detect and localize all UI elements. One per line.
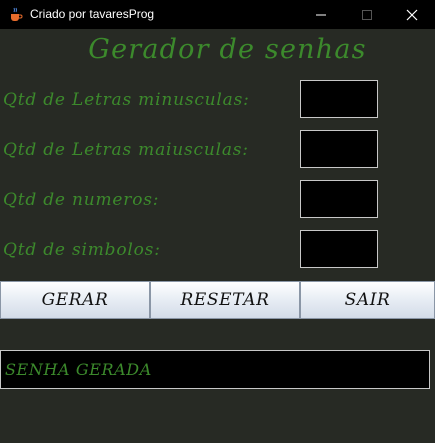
close-button[interactable] — [389, 0, 435, 29]
uppercase-count-input[interactable] — [300, 130, 378, 168]
symbols-label: Qtd de simbolos: — [3, 240, 161, 260]
page-title: Gerador de senhas — [88, 34, 367, 65]
java-cup-icon — [8, 7, 23, 22]
uppercase-label: Qtd de Letras maiusculas: — [3, 140, 249, 160]
title-bar: Criado por tavaresProg — [0, 0, 435, 29]
numbers-label: Qtd de numeros: — [3, 190, 160, 210]
maximize-icon — [362, 9, 372, 20]
reset-button[interactable]: RESETAR — [150, 281, 300, 319]
minimize-button[interactable] — [298, 0, 344, 29]
close-icon — [406, 9, 418, 20]
numbers-count-input[interactable] — [300, 180, 378, 218]
exit-button[interactable]: SAIR — [300, 281, 435, 319]
maximize-button[interactable] — [344, 0, 390, 29]
symbols-count-input[interactable] — [300, 230, 378, 268]
lowercase-label: Qtd de Letras minusculas: — [3, 90, 250, 110]
lowercase-count-input[interactable] — [300, 80, 378, 118]
generated-password-text: SENHA GERADA — [5, 360, 152, 379]
generate-button[interactable]: GERAR — [0, 281, 150, 319]
minimize-icon — [316, 14, 326, 15]
window-title: Criado por tavaresProg — [30, 7, 155, 21]
generated-password-field[interactable]: SENHA GERADA — [0, 350, 430, 389]
